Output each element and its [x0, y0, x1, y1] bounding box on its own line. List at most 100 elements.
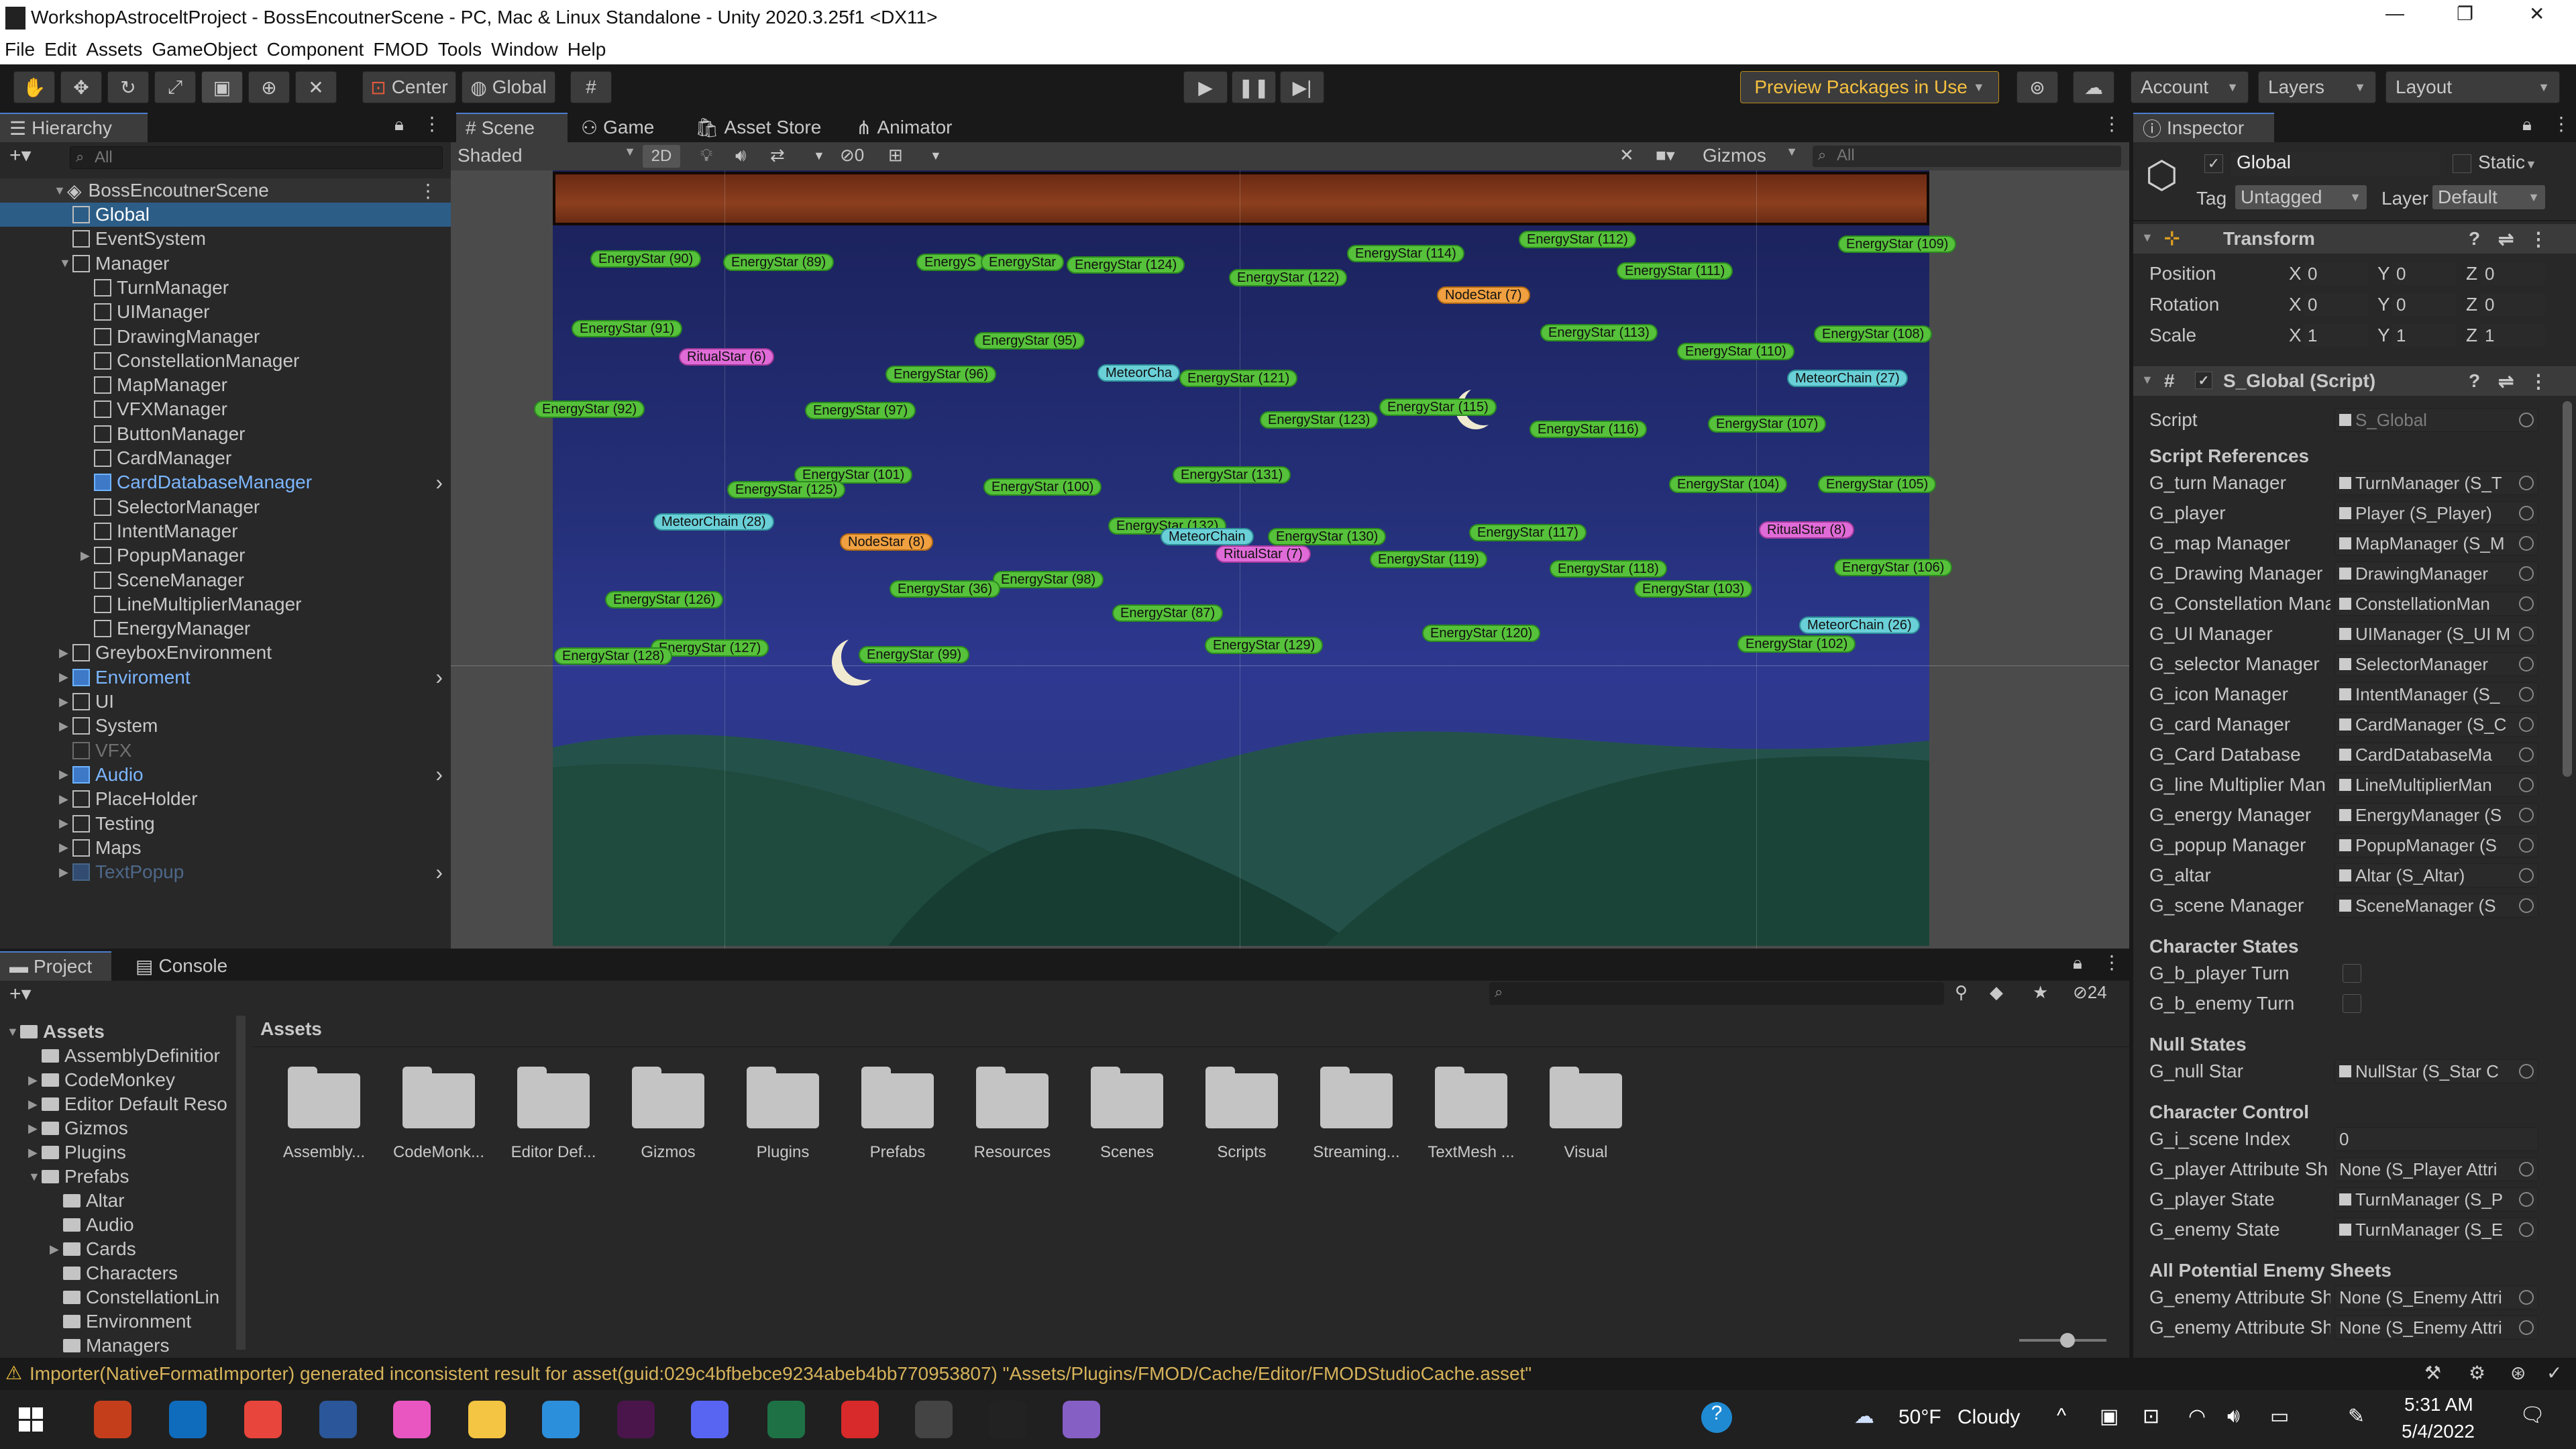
tag-dropdown[interactable]: Untagged ▼	[2235, 185, 2367, 209]
hand-tool-button[interactable]: ✋	[13, 71, 55, 103]
chevron-right-icon[interactable]: ▶	[59, 865, 72, 879]
object-field[interactable]: TurnManager (S_T	[2334, 471, 2538, 495]
transform-z-field[interactable]: 1	[2481, 324, 2545, 347]
lock-icon[interactable]: 🔒︎	[394, 114, 404, 136]
hierarchy-item[interactable]: MapManager	[0, 373, 451, 397]
unity-hub-icon[interactable]	[915, 1401, 953, 1438]
clock-time[interactable]: 5:31 AM	[2404, 1394, 2473, 1415]
object-picker-icon[interactable]	[2519, 838, 2534, 853]
hierarchy-item[interactable]: ▶ Maps	[0, 836, 451, 860]
zoom-slider-thumb[interactable]	[2059, 1333, 2075, 1348]
effects-toggle-icon[interactable]: ⇄	[770, 145, 785, 166]
cloud-button[interactable]: ☁	[2073, 71, 2114, 103]
energy-star-label[interactable]: EnergyStar (106)	[1834, 559, 1953, 576]
component-enabled-checkbox[interactable]: ✓	[2195, 372, 2212, 389]
excel-icon[interactable]	[767, 1401, 805, 1438]
chevron-right-icon[interactable]: ▶	[80, 549, 94, 563]
object-field[interactable]: NullStar (S_Star C	[2334, 1059, 2538, 1083]
energy-star-label[interactable]: EnergyStar (120)	[1422, 625, 1541, 642]
energy-star-label[interactable]: EnergyStar (113)	[1540, 324, 1658, 341]
tab-project[interactable]: ▬ Project	[0, 951, 111, 981]
menu-window[interactable]: Window	[486, 38, 563, 62]
chevron-right-icon[interactable]: ›	[435, 470, 443, 495]
energy-star-label[interactable]: EnergyStar	[981, 254, 1065, 271]
energy-star-label[interactable]: EnergyStar (131)	[1173, 466, 1291, 484]
object-field[interactable]: Player (S_Player)	[2334, 501, 2538, 525]
chevron-right-icon[interactable]: ▶	[28, 1146, 42, 1160]
energy-star-label[interactable]: EnergyStar (129)	[1205, 637, 1324, 654]
hierarchy-item[interactable]: CardDatabaseManager ›	[0, 470, 451, 494]
chevron-right-icon[interactable]: ▶	[28, 1073, 42, 1087]
menu-fmod[interactable]: FMOD	[368, 38, 433, 62]
kebab-menu-icon[interactable]: ⋮	[2102, 113, 2121, 135]
node-star-label[interactable]: NodeStar (8)	[840, 533, 933, 551]
energy-star-label[interactable]: EnergyStar (97)	[805, 402, 916, 419]
kebab-menu-icon[interactable]: ⋮	[423, 113, 441, 135]
wifi-icon[interactable]: ◠	[2188, 1405, 2206, 1428]
object-field[interactable]: None (S_Enemy Attri	[2334, 1285, 2538, 1309]
hierarchy-item[interactable]: TurnManager	[0, 276, 451, 300]
hierarchy-item[interactable]: EventSystem	[0, 227, 451, 251]
chevron-down-icon[interactable]: ▼	[28, 1170, 42, 1184]
hidden-objects-toggle[interactable]: ⊘0	[840, 145, 864, 166]
object-field[interactable]: TurnManager (S_E	[2334, 1218, 2538, 1242]
chevron-right-icon[interactable]: ›	[435, 665, 443, 690]
tab-game[interactable]: ⚇ Game	[572, 113, 679, 142]
status-message[interactable]: Importer(NativeFormatImporter) generated…	[30, 1363, 1532, 1385]
meteor-chain-label[interactable]: MeteorChain (26)	[1799, 616, 1920, 634]
filter-by-label-icon[interactable]: ◆	[1990, 982, 2003, 1003]
shading-dropdown[interactable]: Shaded ▼	[458, 145, 636, 168]
object-picker-icon[interactable]	[2519, 747, 2534, 762]
object-field[interactable]: None (S_Enemy Attri	[2334, 1316, 2538, 1340]
custom-tool-button[interactable]: ✕	[295, 71, 337, 103]
menu-file[interactable]: File	[0, 38, 40, 62]
weather-temp[interactable]: 50°F	[1898, 1406, 1941, 1429]
maximize-button[interactable]: ❐	[2457, 3, 2473, 25]
weather-desc[interactable]: Cloudy	[1957, 1406, 2020, 1429]
energy-star-label[interactable]: EnergyStar (130)	[1268, 528, 1387, 545]
checkbox[interactable]	[2343, 994, 2361, 1013]
object-picker-icon[interactable]	[2519, 1064, 2534, 1079]
notification-icon[interactable]: 🗨︎	[2520, 1403, 2545, 1427]
energy-star-label[interactable]: EnergyStar (100)	[983, 478, 1102, 496]
chevron-up-icon[interactable]: ^	[2057, 1405, 2066, 1428]
step-button[interactable]: ▶|	[1280, 71, 1324, 103]
object-picker-icon[interactable]	[2519, 566, 2534, 581]
project-tree-item[interactable]: ▶ Cards	[0, 1237, 236, 1261]
asset-folder[interactable]: Scenes	[1077, 1067, 1177, 1162]
energy-star-label[interactable]: EnergyStar (107)	[1708, 415, 1827, 433]
hierarchy-item[interactable]: LineMultiplierManager	[0, 592, 451, 616]
hidden-packages-toggle[interactable]: ⊘24	[2073, 982, 2107, 1003]
energy-star-label[interactable]: EnergyStar (128)	[554, 647, 673, 665]
chevron-down-icon[interactable]: ▼	[7, 1025, 20, 1039]
hierarchy-item[interactable]: ▶ TextPopup ›	[0, 860, 451, 884]
energy-star-label[interactable]: EnergyStar (91)	[572, 320, 683, 337]
energy-star-label[interactable]: EnergyS	[916, 254, 984, 271]
menu-component[interactable]: Component	[262, 38, 369, 62]
energy-star-label[interactable]: EnergyStar (115)	[1379, 398, 1497, 416]
preview-packages-button[interactable]: Preview Packages in Use ▼	[1740, 71, 1999, 103]
transform-x-field[interactable]: 0	[2304, 262, 2368, 285]
rotate-tool-button[interactable]: ↻	[107, 71, 149, 103]
transform-y-field[interactable]: 0	[2392, 293, 2457, 316]
kebab-menu-icon[interactable]: ⋮	[2529, 228, 2548, 250]
energy-star-label[interactable]: EnergyStar (119)	[1370, 551, 1487, 568]
hierarchy-item[interactable]: ConstellationManager	[0, 349, 451, 373]
filter-by-type-icon[interactable]: ⚲	[1955, 982, 1968, 1003]
asset-folder[interactable]: Gizmos	[618, 1067, 718, 1162]
project-tree-item[interactable]: ▶ Editor Default Reso	[0, 1092, 236, 1116]
tab-animator[interactable]: ⋔ Animator	[847, 113, 974, 142]
chevron-right-icon[interactable]: ›	[435, 860, 443, 885]
cache-server-icon[interactable]: ⊛	[2510, 1362, 2526, 1384]
grid-toggle-icon[interactable]: ⊞	[888, 145, 903, 166]
hierarchy-item[interactable]: ButtonManager	[0, 422, 451, 446]
chevron-right-icon[interactable]: ›	[435, 762, 443, 787]
hierarchy-item[interactable]: Global	[0, 203, 451, 227]
slack-icon[interactable]	[617, 1401, 655, 1438]
play-button[interactable]: ▶	[1183, 71, 1228, 103]
volume-icon[interactable]: 🔊︎	[2227, 1405, 2240, 1428]
camera-icon[interactable]: ■▾	[1656, 145, 1675, 166]
energy-star-label[interactable]: EnergyStar (121)	[1179, 370, 1298, 387]
tab-scene[interactable]: # Scene	[456, 113, 568, 142]
minimize-button[interactable]: —	[2385, 3, 2404, 24]
